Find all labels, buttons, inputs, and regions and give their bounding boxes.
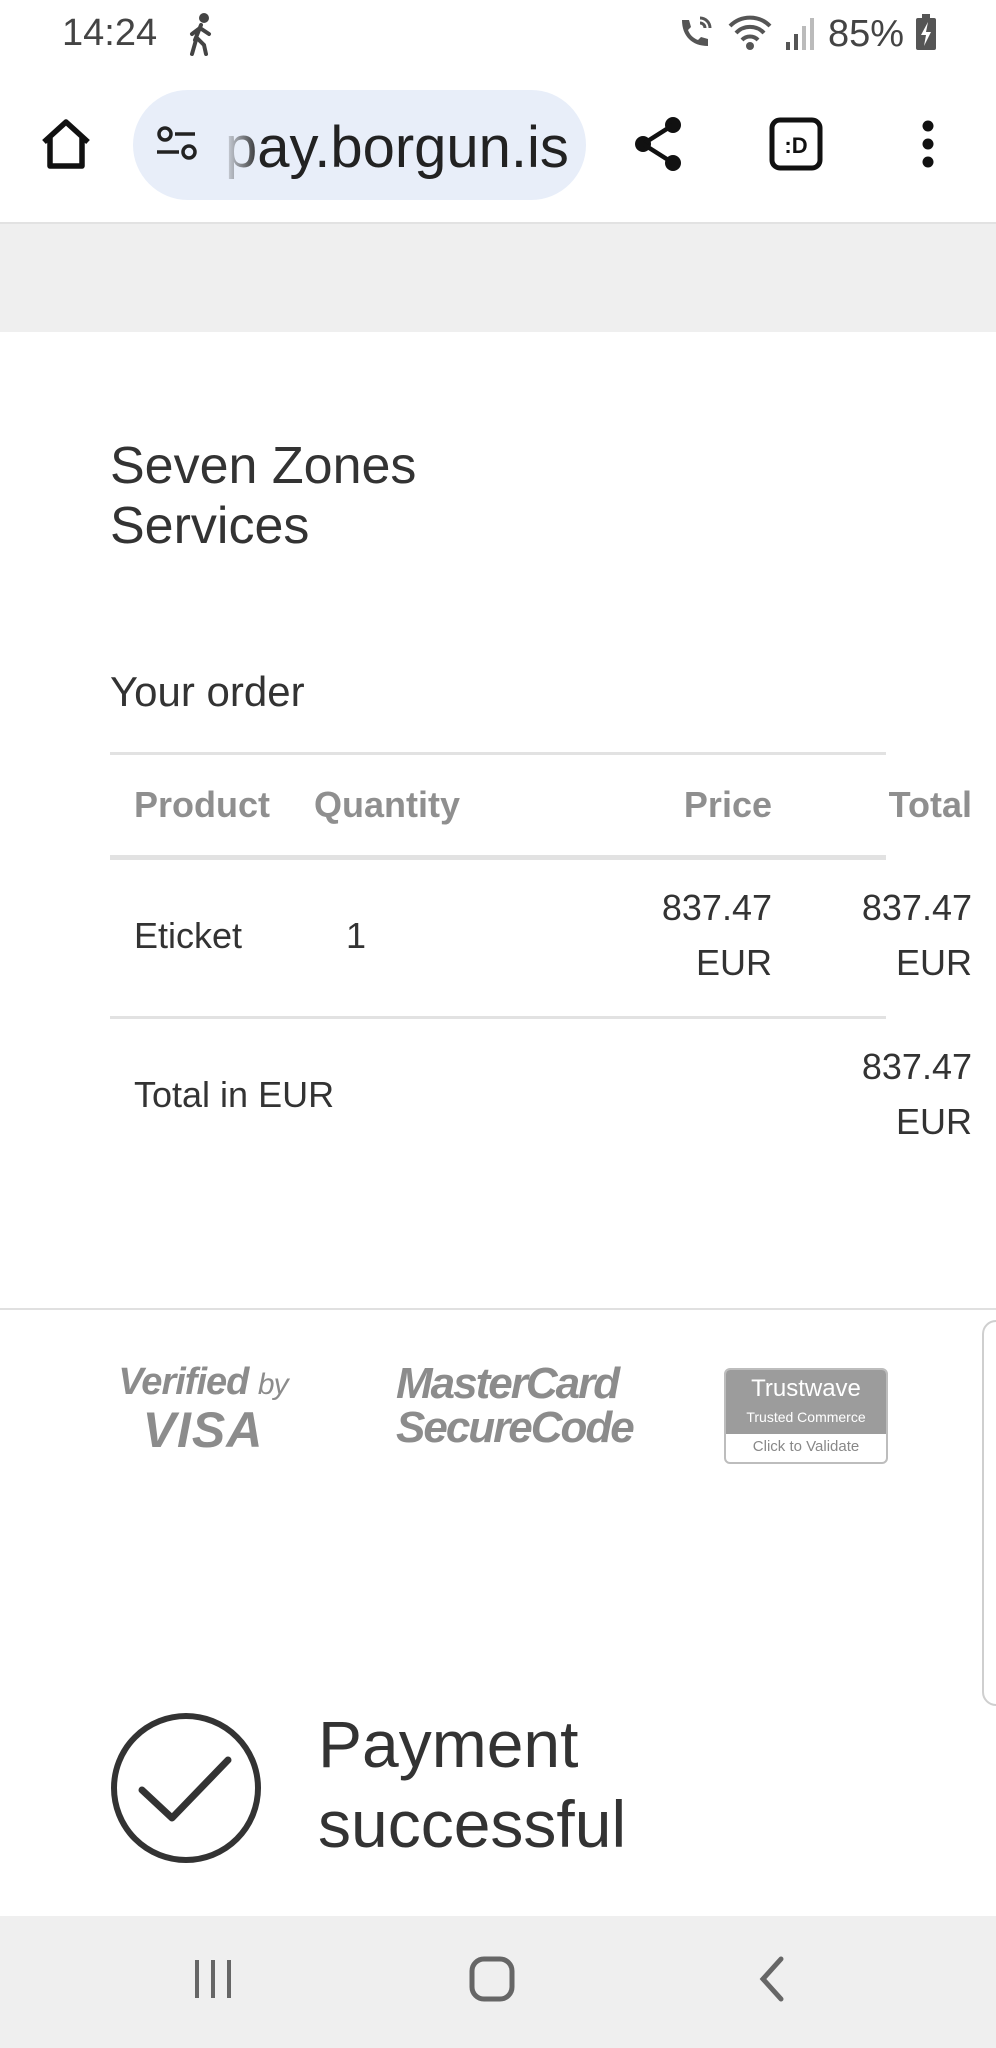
mastercard-securecode-logo: MasterCard SecureCode (396, 1359, 635, 1452)
signal-icon (784, 12, 818, 57)
order-total-currency: EUR (895, 1101, 972, 1142)
walking-icon (184, 12, 218, 61)
share-button[interactable] (618, 106, 698, 186)
payment-status: Payment successful (318, 1707, 627, 1861)
trustwave-sub: Trusted Commerce (746, 1409, 866, 1425)
battery-charging-icon (914, 12, 938, 57)
verified-by-visa-logo: Verified by VISA (118, 1361, 288, 1458)
recents-icon (191, 1956, 237, 2007)
checkmark-circle-icon (110, 1712, 262, 1869)
item-total: 837.47 EUR (640, 880, 972, 990)
status-bar: 14:24 85% (0, 0, 996, 70)
page-header-band (0, 224, 996, 332)
order-table: Product Quantity Price Total Eticket 1 8… (110, 752, 972, 1175)
tab-switcher-button[interactable]: :D (756, 106, 836, 186)
side-panel-edge[interactable] (982, 1320, 996, 1706)
order-total-value: 837.47 (861, 1046, 972, 1087)
home-square-icon (468, 1955, 516, 2008)
wifi-icon (726, 12, 774, 57)
item-total-value: 837.47 (861, 887, 972, 928)
order-total-row: Total in EUR 837.47 EUR (110, 1019, 972, 1175)
total-label: Total in EUR (134, 1074, 335, 1115)
status-time: 14:24 (62, 12, 158, 54)
tab-switcher-icon: :D (768, 116, 824, 177)
table-row: Eticket 1 837.47 EUR 837.47 EUR (110, 860, 972, 1019)
address-bar[interactable]: pay.borgun.is (133, 90, 586, 200)
url-text: pay.borgun.is (225, 115, 569, 180)
home-nav-button[interactable] (452, 1946, 532, 2016)
system-nav-bar (0, 1916, 996, 2048)
item-quantity: 1 (345, 915, 366, 956)
battery-percent: 85% (827, 12, 904, 55)
home-icon (38, 116, 94, 177)
status-icons: 85% (676, 12, 938, 56)
browser-toolbar: pay.borgun.is :D (0, 70, 996, 224)
home-button[interactable] (26, 106, 106, 186)
item-total-currency: EUR (895, 942, 972, 983)
wifi-calling-icon (676, 12, 716, 57)
more-options-button[interactable] (888, 106, 968, 186)
share-icon (630, 114, 686, 179)
order-total: 837.47 EUR (640, 1039, 972, 1149)
recents-button[interactable] (174, 1946, 254, 2016)
trustwave-name: Trustwave (751, 1375, 861, 1402)
site-settings-icon[interactable] (153, 120, 201, 173)
svg-text::D: :D (784, 133, 807, 158)
trustwave-seal[interactable]: Trustwave Trusted Commerce Click to Vali… (724, 1368, 888, 1464)
divider (0, 1308, 996, 1310)
column-header-product: Product (134, 784, 271, 825)
trustwave-validate-link[interactable]: Click to Validate (726, 1434, 886, 1460)
more-vert-icon (918, 118, 938, 175)
column-header-quantity: Quantity (314, 784, 461, 825)
merchant-name: Seven Zones Services (110, 437, 417, 555)
order-heading: Your order (110, 668, 305, 715)
back-chevron-icon (755, 1955, 789, 2008)
column-header-total: Total (888, 784, 972, 825)
back-button[interactable] (732, 1946, 812, 2016)
table-header-row: Product Quantity Price Total (110, 755, 972, 860)
